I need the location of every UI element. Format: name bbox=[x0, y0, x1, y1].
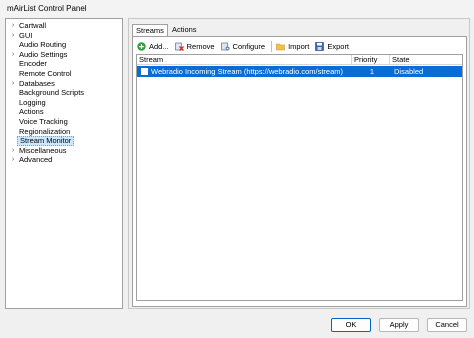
import-button-label: Import bbox=[288, 41, 310, 51]
cell-priority: 1 bbox=[369, 67, 375, 76]
minimize-button[interactable] bbox=[390, 0, 418, 18]
chevron-right-icon[interactable]: › bbox=[9, 79, 17, 89]
save-icon bbox=[315, 41, 325, 51]
column-header-state[interactable]: State bbox=[390, 55, 462, 65]
configure-button-label: Configure bbox=[232, 41, 266, 51]
tree-item-encoder[interactable]: Encoder bbox=[6, 59, 122, 69]
remove-button[interactable]: Remove bbox=[174, 40, 215, 52]
configure-icon bbox=[220, 42, 230, 51]
remove-icon bbox=[174, 42, 184, 51]
import-button[interactable]: Import bbox=[276, 40, 309, 52]
tree-item-databases[interactable]: › Databases bbox=[6, 79, 122, 89]
cell-state: Disabled bbox=[394, 67, 424, 76]
tree-item-logging[interactable]: Logging bbox=[6, 98, 122, 108]
add-button-label: Add... bbox=[149, 41, 169, 51]
maximize-button[interactable] bbox=[418, 0, 446, 18]
chevron-right-icon[interactable]: › bbox=[9, 21, 17, 31]
folder-icon bbox=[276, 42, 285, 51]
chevron-right-icon[interactable]: › bbox=[9, 155, 17, 165]
window-controls bbox=[390, 0, 474, 18]
toolbar: Add... Remove Configure Import Export bbox=[137, 40, 355, 52]
tab-actions[interactable]: Actions bbox=[169, 24, 200, 36]
column-header-stream[interactable]: Stream bbox=[137, 55, 352, 65]
remove-button-label: Remove bbox=[186, 41, 215, 51]
tree-item-audio-settings[interactable]: › Audio Settings bbox=[6, 50, 122, 60]
cell-stream: Webradio Incoming Stream (https://webrad… bbox=[151, 67, 344, 76]
tree-item-remote-control[interactable]: Remote Control bbox=[6, 69, 122, 79]
tree-item-actions[interactable]: Actions bbox=[6, 107, 122, 117]
row-checkbox[interactable] bbox=[141, 68, 148, 75]
tree-item-audio-routing[interactable]: Audio Routing bbox=[6, 40, 122, 50]
tree-item-gui[interactable]: › GUI bbox=[6, 31, 122, 41]
plus-icon bbox=[137, 41, 146, 51]
tree-item-stream-monitor[interactable]: Stream Monitor bbox=[6, 136, 122, 147]
export-button-label: Export bbox=[327, 41, 350, 51]
settings-tree[interactable]: › Cartwall › GUI Audio Routing › Audio S… bbox=[5, 18, 123, 309]
export-button[interactable]: Export bbox=[315, 40, 349, 52]
close-button[interactable] bbox=[446, 0, 474, 18]
toolbar-separator bbox=[271, 40, 273, 52]
tab-strip: Streams Actions bbox=[132, 24, 201, 36]
grid-header: Stream Priority State bbox=[137, 55, 462, 65]
chevron-right-icon[interactable]: › bbox=[9, 146, 17, 156]
streams-grid[interactable]: Stream Priority State Webradio Incoming … bbox=[136, 54, 463, 301]
tree-item-advanced[interactable]: › Advanced bbox=[6, 155, 122, 165]
tab-streams[interactable]: Streams bbox=[132, 24, 168, 36]
window-title: mAirList Control Panel bbox=[7, 4, 87, 13]
tree-item-background-scripts[interactable]: Background Scripts bbox=[6, 88, 122, 98]
chevron-right-icon[interactable]: › bbox=[9, 31, 17, 41]
title-bar: mAirList Control Panel bbox=[0, 0, 474, 18]
tree-item-cartwall[interactable]: › Cartwall bbox=[6, 21, 122, 31]
tree-item-voice-tracking[interactable]: Voice Tracking bbox=[6, 117, 122, 127]
column-header-priority[interactable]: Priority bbox=[352, 55, 390, 65]
cancel-button[interactable]: Cancel bbox=[427, 318, 467, 332]
apply-button[interactable]: Apply bbox=[379, 318, 419, 332]
add-button[interactable]: Add... bbox=[137, 40, 169, 52]
configure-button[interactable]: Configure bbox=[220, 40, 266, 52]
chevron-right-icon[interactable]: › bbox=[9, 50, 17, 60]
table-row[interactable]: Webradio Incoming Stream (https://webrad… bbox=[137, 66, 462, 77]
ok-button[interactable]: OK bbox=[331, 318, 371, 332]
tree-item-regionalization[interactable]: Regionalization bbox=[6, 127, 122, 137]
tree-item-miscellaneous[interactable]: › Miscellaneous bbox=[6, 146, 122, 156]
